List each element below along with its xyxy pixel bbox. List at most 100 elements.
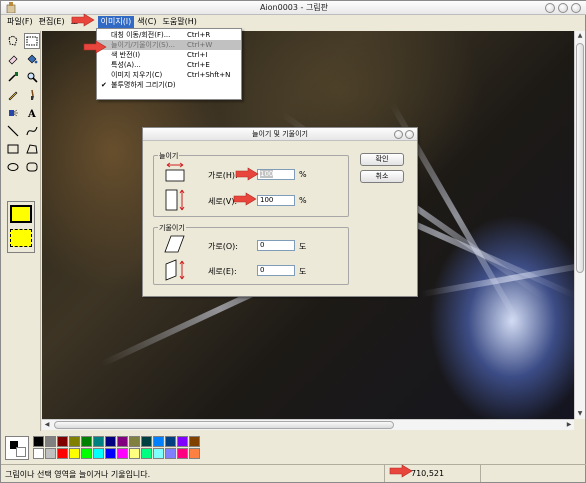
color-swatch[interactable] xyxy=(93,448,104,459)
menu-item-draw-opaque[interactable]: ✔ 불투명하게 그리기(D) xyxy=(97,80,241,90)
text-tool-icon[interactable]: A xyxy=(24,105,40,121)
stretch-vertical-input[interactable]: 100 xyxy=(257,195,295,206)
color-swatch[interactable] xyxy=(33,436,44,447)
menu-item-shortcut: Ctrl+E xyxy=(187,61,210,69)
color-palette xyxy=(3,434,583,462)
rounded-rect-tool-icon[interactable] xyxy=(24,159,40,175)
ok-button[interactable]: 확인 xyxy=(360,153,404,166)
magnifier-icon[interactable] xyxy=(24,69,40,85)
color-swatch[interactable] xyxy=(117,448,128,459)
color-swatch[interactable] xyxy=(141,448,152,459)
skew-horizontal-label: 가로(O): xyxy=(208,242,238,251)
menu-edit[interactable]: 편집(E) xyxy=(36,16,68,28)
color-swatch[interactable] xyxy=(129,448,140,459)
color-swatch[interactable] xyxy=(45,436,56,447)
menu-item-invert-colors[interactable]: 색 반전(I) Ctrl+I xyxy=(97,50,241,60)
skew-horizontal-input[interactable]: 0 xyxy=(257,240,295,251)
color-swatch[interactable] xyxy=(117,436,128,447)
horizontal-scroll-thumb[interactable] xyxy=(54,421,394,429)
maximize-button[interactable] xyxy=(558,3,568,13)
ellipse-tool-icon[interactable] xyxy=(5,159,21,175)
color-swatch[interactable] xyxy=(81,448,92,459)
color-swatch[interactable] xyxy=(105,436,116,447)
scroll-left-icon[interactable]: ◀ xyxy=(42,420,52,430)
menu-image[interactable]: 이미지(I) xyxy=(97,15,135,28)
checkmark-icon: ✔ xyxy=(101,81,107,89)
menu-item-label: 늘이기/기울이기(S)... xyxy=(111,41,176,49)
minimize-button[interactable] xyxy=(545,3,555,13)
annotation-arrow-icon xyxy=(235,167,259,181)
scroll-down-icon[interactable]: ▼ xyxy=(575,409,585,419)
color-swatch[interactable] xyxy=(141,436,152,447)
menu-colors[interactable]: 색(C) xyxy=(134,16,159,28)
opaque-selection-option[interactable] xyxy=(10,205,32,223)
menu-item-label: 이미지 지우기(C) xyxy=(111,71,163,79)
rectangle-tool-icon[interactable] xyxy=(5,141,21,157)
curve-tool-icon[interactable] xyxy=(24,123,40,139)
transparent-selection-option[interactable] xyxy=(10,229,32,247)
rect-select-icon[interactable] xyxy=(24,33,40,49)
color-swatches xyxy=(33,436,200,459)
stretch-horizontal-input[interactable]: 100 xyxy=(257,169,295,180)
color-swatch[interactable] xyxy=(165,448,176,459)
color-swatch[interactable] xyxy=(57,436,68,447)
color-swatch[interactable] xyxy=(81,436,92,447)
vertical-scroll-thumb[interactable] xyxy=(576,43,584,273)
stretch-vertical-icon xyxy=(165,189,185,211)
color-swatch[interactable] xyxy=(57,448,68,459)
horizontal-scrollbar[interactable]: ◀ ▶ xyxy=(42,419,574,430)
stretch-group: 늘이기 가로(H): 100 % 세로(V): 100 % xyxy=(153,151,349,217)
skew-vertical-label: 세로(E): xyxy=(208,267,237,276)
airbrush-icon[interactable] xyxy=(5,105,21,121)
color-swatch[interactable] xyxy=(189,448,200,459)
color-swatch[interactable] xyxy=(165,436,176,447)
cancel-button[interactable]: 취소 xyxy=(360,170,404,183)
menu-item-clear-image[interactable]: 이미지 지우기(C) Ctrl+Shft+N xyxy=(97,70,241,80)
tool-options[interactable] xyxy=(7,201,35,253)
color-swatch[interactable] xyxy=(33,448,44,459)
dialog-help-button[interactable] xyxy=(394,130,403,139)
current-colors[interactable] xyxy=(5,436,29,460)
pencil-icon[interactable] xyxy=(5,87,21,103)
color-swatch[interactable] xyxy=(45,448,56,459)
color-swatch[interactable] xyxy=(69,448,80,459)
color-swatch[interactable] xyxy=(189,436,200,447)
menu-item-shortcut: Ctrl+Shft+N xyxy=(187,71,231,79)
color-swatch[interactable] xyxy=(93,436,104,447)
brush-icon[interactable] xyxy=(24,87,40,103)
menu-item-label: 대칭 이동/회전(F)... xyxy=(111,31,171,39)
menu-item-attributes[interactable]: 특성(A)... Ctrl+E xyxy=(97,60,241,70)
paint-window: Aion0003 - 그림판 파일(F) 편집(E) 보 이미지(I) 색(C)… xyxy=(0,0,586,483)
vertical-scrollbar[interactable]: ▲ ▼ xyxy=(574,31,585,419)
color-swatch[interactable] xyxy=(153,448,164,459)
line-tool-icon[interactable] xyxy=(5,123,21,139)
color-swatch[interactable] xyxy=(153,436,164,447)
color-swatch[interactable] xyxy=(129,436,140,447)
color-swatch[interactable] xyxy=(177,448,188,459)
skew-group: 기울이기 가로(O): 0 도 세로(E): 0 도 xyxy=(153,223,349,285)
dialog-close-button[interactable] xyxy=(405,130,414,139)
color-picker-icon[interactable] xyxy=(5,69,21,85)
menu-item-label: 색 반전(I) xyxy=(111,51,141,59)
annotation-arrow-icon xyxy=(233,192,257,206)
menu-help[interactable]: 도움말(H) xyxy=(160,16,200,28)
color-swatch[interactable] xyxy=(105,448,116,459)
scroll-up-icon[interactable]: ▲ xyxy=(575,31,585,41)
skew-vertical-input[interactable]: 0 xyxy=(257,265,295,276)
menu-file[interactable]: 파일(F) xyxy=(4,16,36,28)
tool-box: A xyxy=(3,31,41,431)
scroll-right-icon[interactable]: ▶ xyxy=(564,420,574,430)
close-button[interactable] xyxy=(571,3,581,13)
annotation-arrow-icon xyxy=(83,40,107,54)
menu-item-shortcut: Ctrl+W xyxy=(187,41,213,49)
polygon-tool-icon[interactable] xyxy=(24,141,40,157)
menu-item-flip-rotate[interactable]: 대칭 이동/회전(F)... Ctrl+R xyxy=(97,30,241,40)
menu-item-stretch-skew[interactable]: 늘이기/기울이기(S)... Ctrl+W xyxy=(97,40,241,50)
fill-bucket-icon[interactable] xyxy=(24,51,40,67)
color-swatch[interactable] xyxy=(69,436,80,447)
dialog-title[interactable]: 늘이기 및 기울이기 xyxy=(143,128,417,141)
color-swatch[interactable] xyxy=(177,436,188,447)
free-select-icon[interactable] xyxy=(5,33,21,49)
eraser-icon[interactable] xyxy=(5,51,21,67)
status-message: 그림이나 선택 영역을 늘이거나 기울입니다. xyxy=(1,465,385,482)
